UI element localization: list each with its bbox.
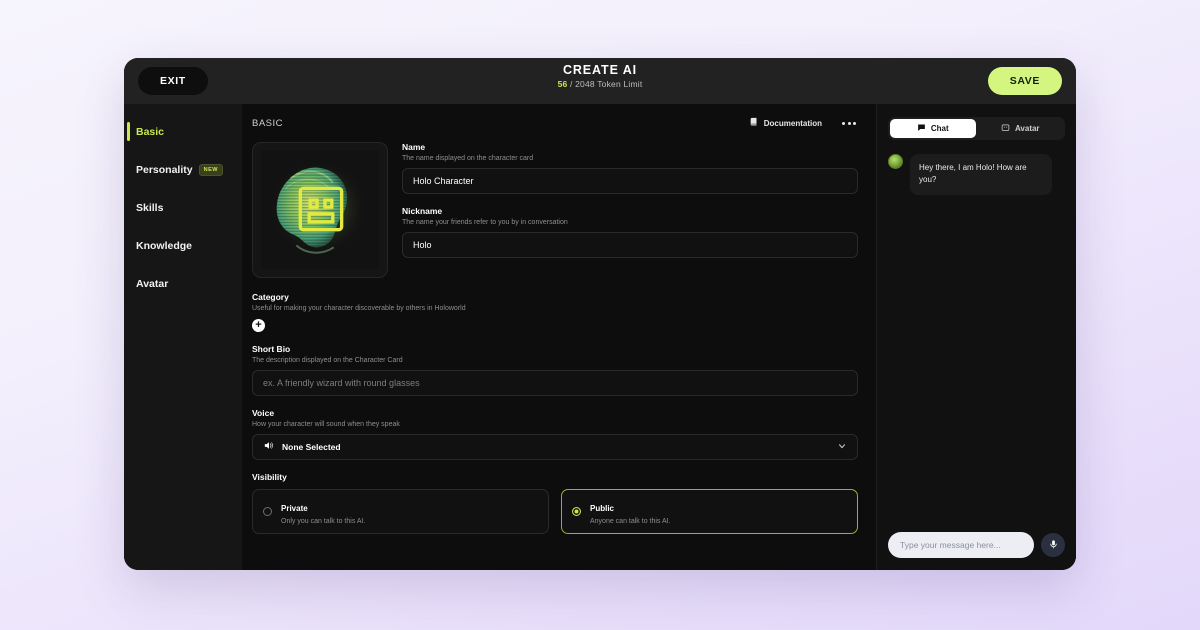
short-bio-input[interactable] xyxy=(252,370,858,396)
nickname-input[interactable] xyxy=(402,232,858,258)
window-topbar: EXIT CREATE AI 56 / 2048 Token Limit SAV… xyxy=(124,58,1076,104)
sidebar-item-label: Basic xyxy=(136,126,165,138)
voice-label: Voice xyxy=(252,408,275,418)
sidebar-nav: Basic Personality NEW Skills Knowledge A… xyxy=(124,104,242,570)
tab-avatar[interactable]: Avatar xyxy=(978,119,1064,138)
chat-preview-panel: Chat Avatar Hey there, I am Holo! How ar… xyxy=(876,104,1076,570)
tab-label: Chat xyxy=(930,124,949,133)
tab-chat[interactable]: Chat xyxy=(890,119,976,138)
chat-message: Hey there, I am Holo! How are you? xyxy=(888,154,1065,195)
sidebar-item-personality[interactable]: Personality NEW xyxy=(124,151,242,189)
option-subtitle: Anyone can talk to this AI. xyxy=(590,518,671,525)
voice-selected-value: None Selected xyxy=(282,442,341,452)
microphone-button[interactable] xyxy=(1041,533,1065,557)
name-input[interactable] xyxy=(402,168,858,194)
radio-icon-selected xyxy=(572,507,581,516)
voice-help: How your character will sound when they … xyxy=(252,421,400,428)
option-text: Public Anyone can talk to this AI. xyxy=(590,498,671,525)
nickname-field-group: Nickname The name your friends refer to … xyxy=(402,206,858,258)
message-bubble: Hey there, I am Holo! How are you? xyxy=(910,154,1052,195)
book-icon xyxy=(749,117,759,129)
sidebar-item-basic[interactable]: Basic xyxy=(124,113,242,151)
option-subtitle: Only you can talk to this AI. xyxy=(281,518,366,525)
short-bio-field-group: Short Bio The description displayed on t… xyxy=(252,344,858,396)
sidebar-item-label: Knowledge xyxy=(136,240,193,252)
window-body: Basic Personality NEW Skills Knowledge A… xyxy=(124,104,1076,570)
secondary-fields: Category Useful for making your characte… xyxy=(248,292,858,534)
new-badge: NEW xyxy=(198,164,223,176)
sidebar-item-skills[interactable]: Skills xyxy=(124,189,242,227)
token-limit-text: / 2048 Token Limit xyxy=(569,79,643,89)
short-bio-help: The description displayed on the Charact… xyxy=(252,357,403,364)
chat-scroll-area xyxy=(888,195,1065,532)
chevron-down-icon xyxy=(837,441,847,453)
visibility-options: Private Only you can talk to this AI. Pu… xyxy=(252,489,858,534)
option-title: Private xyxy=(281,504,308,513)
sidebar-item-label: Avatar xyxy=(136,278,169,290)
title-block: CREATE AI 56 / 2048 Token Limit xyxy=(124,63,1076,89)
name-help: The name displayed on the character card xyxy=(402,155,534,162)
primary-fields: Name The name displayed on the character… xyxy=(402,142,858,278)
section-kicker: BASIC xyxy=(252,117,284,129)
voice-field-group: Voice How your character will sound when… xyxy=(252,408,858,460)
radio-icon xyxy=(263,507,272,516)
sidebar-item-avatar[interactable]: Avatar xyxy=(124,265,242,303)
short-bio-label: Short Bio xyxy=(252,344,291,354)
speaker-icon xyxy=(263,438,274,456)
chat-panel-tabs: Chat Avatar xyxy=(888,117,1065,140)
panel-header: BASIC Documentation xyxy=(248,117,858,129)
dot xyxy=(853,121,856,125)
token-count: 56 xyxy=(557,79,568,89)
holographic-head-image xyxy=(261,151,379,269)
chat-bubble-icon xyxy=(917,123,926,134)
name-field-group: Name The name displayed on the character… xyxy=(402,142,858,194)
sidebar-item-label: Skills xyxy=(136,202,164,214)
nickname-label: Nickname xyxy=(402,206,443,216)
token-limit-status: 56 / 2048 Token Limit xyxy=(124,79,1076,89)
sidebar-item-knowledge[interactable]: Knowledge xyxy=(124,227,242,265)
sidebar-item-label: Personality xyxy=(136,164,193,176)
name-label: Name xyxy=(402,142,426,152)
save-button[interactable]: SAVE xyxy=(987,67,1062,95)
form-top-row: Name The name displayed on the character… xyxy=(248,142,858,278)
create-ai-window: EXIT CREATE AI 56 / 2048 Token Limit SAV… xyxy=(124,58,1076,570)
option-title: Public xyxy=(590,504,615,513)
visibility-option-private[interactable]: Private Only you can talk to this AI. xyxy=(252,489,549,534)
dot xyxy=(847,121,851,125)
documentation-label: Documentation xyxy=(763,118,822,128)
basic-settings-panel: BASIC Documentation Name The name displa… xyxy=(242,104,876,570)
avatar-frame-icon xyxy=(1001,123,1010,134)
visibility-option-public[interactable]: Public Anyone can talk to this AI. xyxy=(561,489,858,534)
more-options-icon[interactable] xyxy=(840,118,858,129)
assistant-avatar xyxy=(888,154,903,169)
dot xyxy=(842,121,845,125)
message-input[interactable] xyxy=(888,532,1034,558)
option-text: Private Only you can talk to this AI. xyxy=(281,498,365,525)
nickname-help: The name your friends refer to you by in… xyxy=(402,219,568,226)
voice-select[interactable]: None Selected xyxy=(252,434,858,460)
chat-composer xyxy=(888,532,1065,558)
visibility-label: Visibility xyxy=(252,472,287,482)
character-avatar-preview[interactable] xyxy=(252,142,388,278)
microphone-icon xyxy=(1048,538,1059,553)
category-help: Useful for making your character discove… xyxy=(252,305,466,312)
add-category-icon[interactable]: + xyxy=(252,319,265,332)
tab-label: Avatar xyxy=(1014,124,1040,133)
visibility-field-group: Visibility Private Only you can talk to … xyxy=(252,472,858,534)
page-title: CREATE AI xyxy=(562,63,638,77)
documentation-link[interactable]: Documentation xyxy=(749,117,822,129)
category-label: Category xyxy=(252,292,289,302)
category-field-group: Category Useful for making your characte… xyxy=(252,292,858,332)
exit-button[interactable]: EXIT xyxy=(138,67,208,95)
